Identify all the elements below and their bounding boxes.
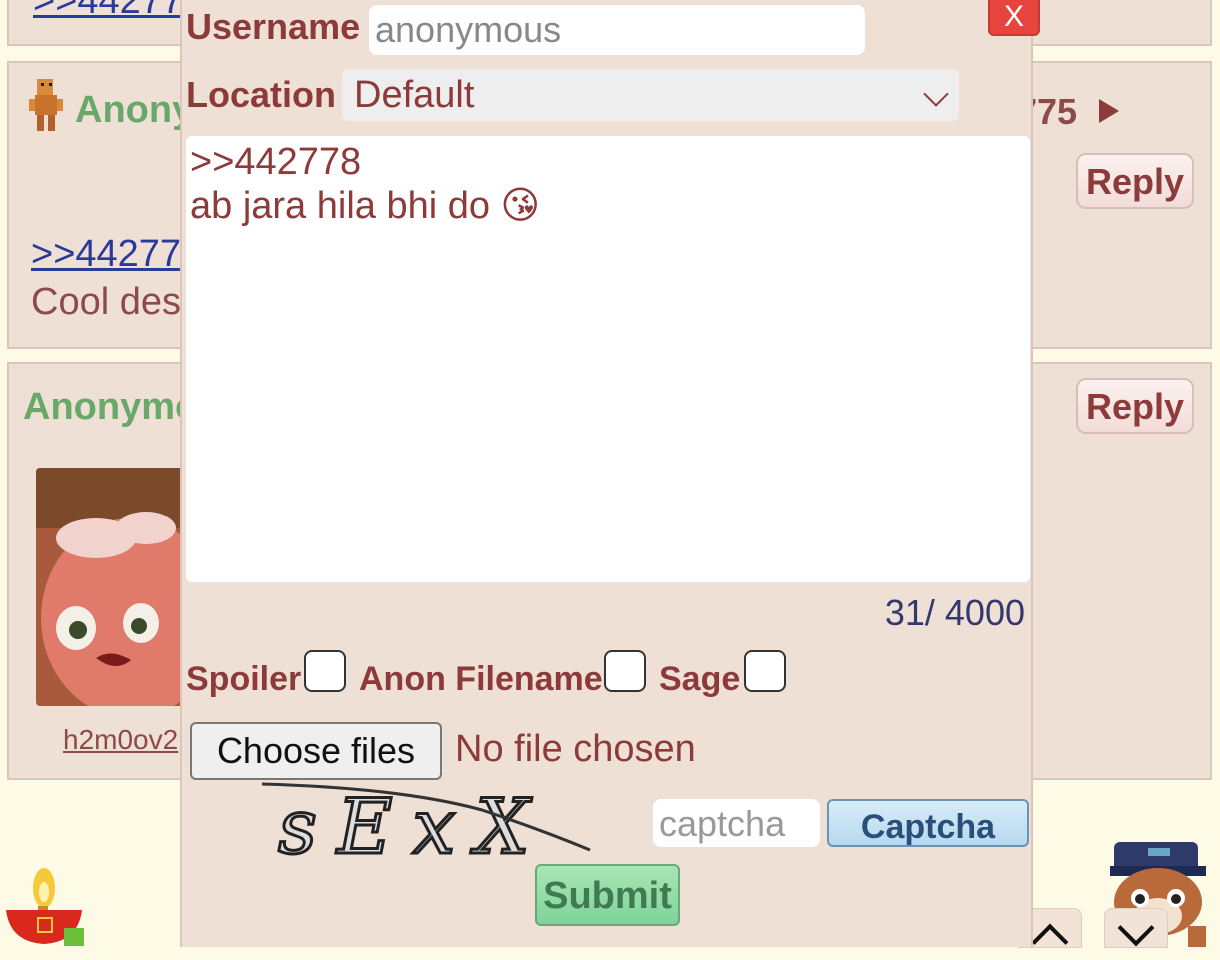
captcha-input[interactable]: captcha <box>653 799 820 847</box>
scroll-down-button[interactable] <box>1104 908 1168 948</box>
sage-label: Sage <box>659 660 741 698</box>
choose-files-button[interactable]: Choose files <box>190 722 442 780</box>
sage-checkbox[interactable] <box>744 650 786 692</box>
quote-link[interactable]: >>44277 <box>33 0 183 23</box>
post-author: Anonymo <box>23 386 199 428</box>
file-name-link[interactable]: h2m0ov2 <box>63 724 178 756</box>
expand-arrow-icon[interactable] <box>1099 99 1119 123</box>
post-author: Anony <box>75 89 194 131</box>
captcha-placeholder: captcha <box>659 803 786 844</box>
avatar <box>29 79 63 131</box>
chevron-down-icon <box>923 81 949 107</box>
username-label: Username <box>186 6 361 47</box>
close-form-button[interactable]: X <box>988 0 1040 36</box>
message-textarea[interactable]: >>442778 ab jara hila bhi do 😘 <box>186 136 1030 582</box>
captcha-image: sExX <box>262 780 592 873</box>
anon-filename-checkbox[interactable] <box>604 650 646 692</box>
location-label: Location <box>186 74 336 115</box>
location-selected-value: Default <box>354 74 475 116</box>
captcha-refresh-button[interactable]: Captcha <box>827 799 1029 847</box>
reply-button[interactable]: Reply <box>1075 153 1194 209</box>
location-select[interactable]: Default <box>342 69 959 121</box>
spoiler-label: Spoiler <box>186 660 302 698</box>
char-counter: 31/ 4000 <box>884 592 1025 633</box>
username-input[interactable]: anonymous <box>369 5 865 55</box>
diya-decoration-icon <box>6 868 84 946</box>
reply-button[interactable]: Reply <box>1075 378 1194 434</box>
post-thumbnail[interactable] <box>36 468 186 706</box>
anon-filename-label: Anon Filename <box>359 660 603 698</box>
post-text: Cool des <box>31 281 181 323</box>
spoiler-checkbox[interactable] <box>304 650 346 692</box>
reply-form: X Username anonymous Location Default >>… <box>180 0 1040 947</box>
no-file-status: No file chosen <box>455 728 696 770</box>
chevron-down-icon <box>1117 909 1155 947</box>
quote-link[interactable]: >>44277 <box>31 233 181 276</box>
chevron-up-icon <box>1031 923 1069 960</box>
submit-button[interactable]: Submit <box>535 864 680 926</box>
